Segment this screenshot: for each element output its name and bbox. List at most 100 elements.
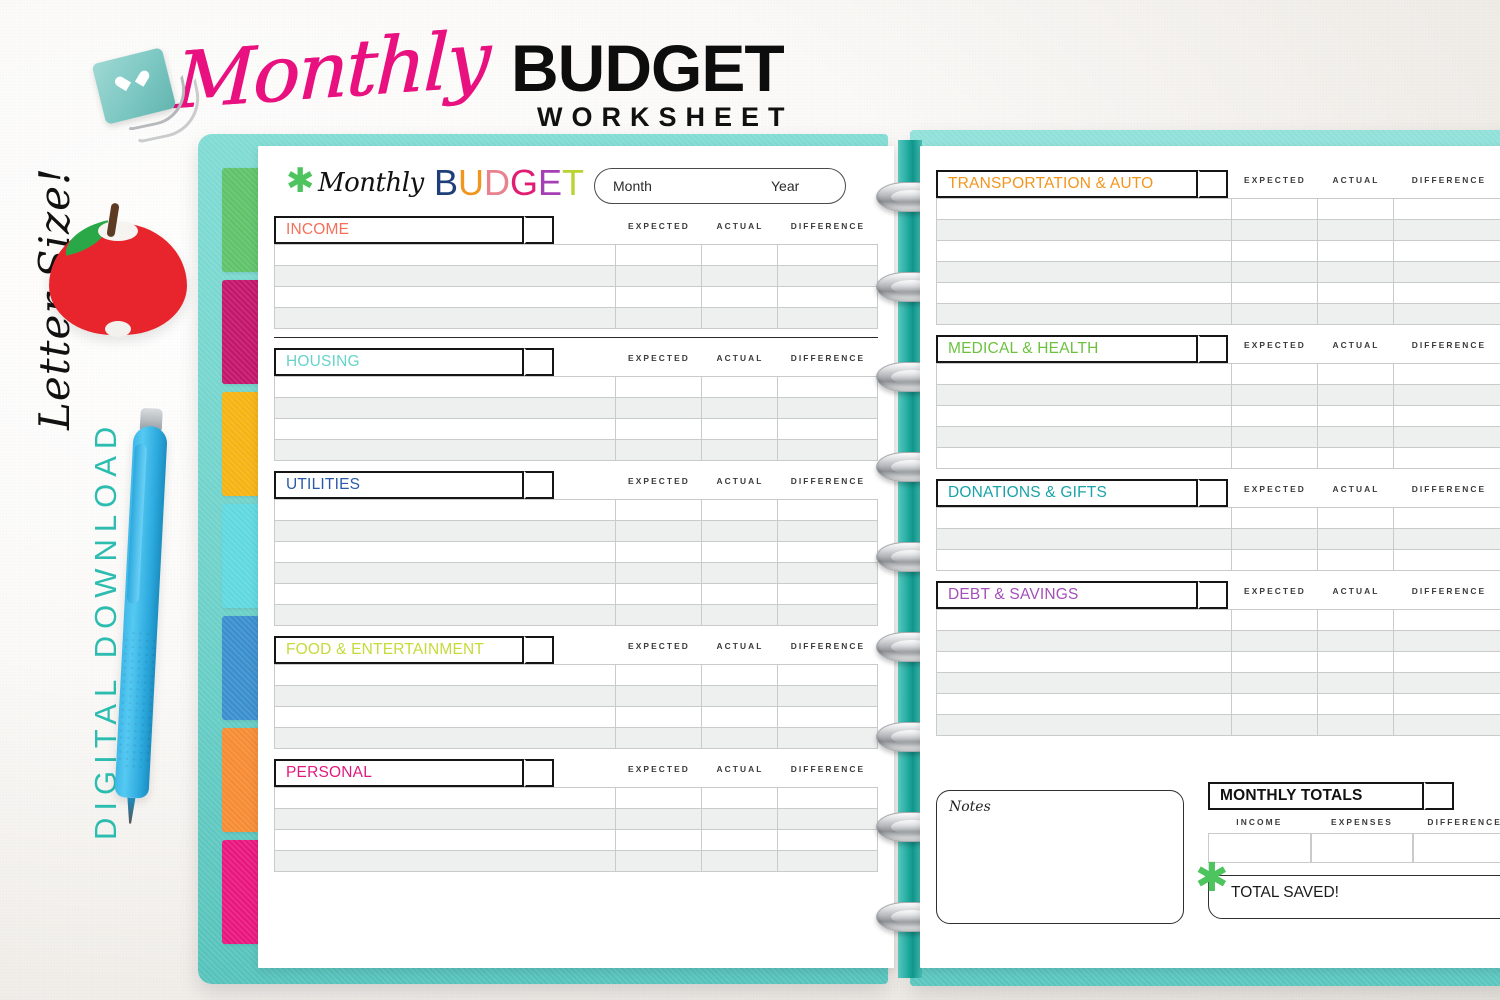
cell-actual[interactable] [1317, 549, 1394, 571]
total-difference-input[interactable] [1413, 833, 1500, 863]
table-row[interactable] [274, 520, 878, 542]
cell-actual[interactable] [701, 418, 778, 440]
cell-expected[interactable] [615, 439, 702, 461]
table-row[interactable] [274, 376, 878, 398]
cell-item-name[interactable] [936, 384, 1232, 406]
cell-item-name[interactable] [274, 787, 616, 809]
cell-expected[interactable] [615, 829, 702, 851]
cell-actual[interactable] [701, 706, 778, 728]
notes-box[interactable]: Notes [936, 790, 1184, 924]
cell-expected[interactable] [1231, 426, 1318, 448]
cell-actual[interactable] [1317, 609, 1394, 631]
cell-expected[interactable] [1231, 447, 1318, 469]
cell-expected[interactable] [615, 850, 702, 872]
cell-item-name[interactable] [274, 727, 616, 749]
table-row[interactable] [936, 714, 1500, 736]
cell-actual[interactable] [701, 541, 778, 563]
cell-expected[interactable] [1231, 549, 1318, 571]
table-row[interactable] [274, 808, 878, 830]
cell-actual[interactable] [1317, 651, 1394, 673]
cell-difference[interactable] [1393, 405, 1500, 427]
cell-item-name[interactable] [274, 286, 616, 308]
cell-item-name[interactable] [936, 609, 1232, 631]
cell-actual[interactable] [701, 499, 778, 521]
table-row[interactable] [274, 685, 878, 707]
table-row[interactable] [274, 727, 878, 749]
table-row[interactable] [274, 787, 878, 809]
cell-actual[interactable] [701, 685, 778, 707]
cell-expected[interactable] [615, 397, 702, 419]
cell-actual[interactable] [1317, 507, 1394, 529]
table-row[interactable] [274, 541, 878, 563]
cell-actual[interactable] [1317, 426, 1394, 448]
cell-actual[interactable] [1317, 282, 1394, 304]
cell-actual[interactable] [701, 583, 778, 605]
cell-expected[interactable] [1231, 261, 1318, 283]
cell-difference[interactable] [1393, 672, 1500, 694]
cell-actual[interactable] [1317, 198, 1394, 220]
table-row[interactable] [936, 198, 1500, 220]
cell-actual[interactable] [1317, 261, 1394, 283]
table-row[interactable] [274, 265, 878, 287]
table-row[interactable] [936, 507, 1500, 529]
cell-actual[interactable] [1317, 363, 1394, 385]
cell-actual[interactable] [701, 307, 778, 329]
cell-expected[interactable] [615, 418, 702, 440]
cell-item-name[interactable] [274, 439, 616, 461]
cell-difference[interactable] [1393, 303, 1500, 325]
cell-actual[interactable] [701, 265, 778, 287]
cell-expected[interactable] [615, 265, 702, 287]
table-row[interactable] [274, 418, 878, 440]
cell-item-name[interactable] [274, 562, 616, 584]
cell-item-name[interactable] [274, 829, 616, 851]
cell-actual[interactable] [701, 787, 778, 809]
cell-difference[interactable] [1393, 507, 1500, 529]
cell-item-name[interactable] [936, 549, 1232, 571]
cell-expected[interactable] [615, 664, 702, 686]
table-row[interactable] [936, 282, 1500, 304]
cell-item-name[interactable] [936, 447, 1232, 469]
cell-difference[interactable] [1393, 447, 1500, 469]
cell-item-name[interactable] [936, 651, 1232, 673]
cell-item-name[interactable] [274, 685, 616, 707]
cell-actual[interactable] [701, 562, 778, 584]
cell-difference[interactable] [1393, 426, 1500, 448]
table-row[interactable] [274, 286, 878, 308]
cell-expected[interactable] [1231, 282, 1318, 304]
cell-actual[interactable] [1317, 405, 1394, 427]
table-row[interactable] [936, 240, 1500, 262]
cell-item-name[interactable] [274, 664, 616, 686]
cell-difference[interactable] [1393, 363, 1500, 385]
cell-expected[interactable] [615, 727, 702, 749]
cell-difference[interactable] [1393, 651, 1500, 673]
cell-expected[interactable] [615, 244, 702, 266]
cell-item-name[interactable] [936, 261, 1232, 283]
cell-item-name[interactable] [936, 507, 1232, 529]
table-row[interactable] [936, 447, 1500, 469]
table-row[interactable] [274, 664, 878, 686]
table-row[interactable] [274, 829, 878, 851]
cell-actual[interactable] [1317, 447, 1394, 469]
cell-actual[interactable] [701, 397, 778, 419]
table-row[interactable] [936, 609, 1500, 631]
table-row[interactable] [936, 528, 1500, 550]
cell-actual[interactable] [701, 850, 778, 872]
cell-item-name[interactable] [936, 630, 1232, 652]
cell-expected[interactable] [615, 307, 702, 329]
table-row[interactable] [936, 261, 1500, 283]
table-row[interactable] [936, 549, 1500, 571]
cell-difference[interactable] [1393, 549, 1500, 571]
table-row[interactable] [274, 604, 878, 626]
table-row[interactable] [936, 672, 1500, 694]
table-row[interactable] [936, 630, 1500, 652]
cell-expected[interactable] [615, 706, 702, 728]
cell-expected[interactable] [1231, 651, 1318, 673]
cell-expected[interactable] [1231, 672, 1318, 694]
cell-actual[interactable] [701, 727, 778, 749]
cell-expected[interactable] [1231, 405, 1318, 427]
cell-expected[interactable] [1231, 303, 1318, 325]
cell-difference[interactable] [1393, 240, 1500, 262]
table-row[interactable] [274, 499, 878, 521]
cell-actual[interactable] [1317, 528, 1394, 550]
table-row[interactable] [274, 562, 878, 584]
